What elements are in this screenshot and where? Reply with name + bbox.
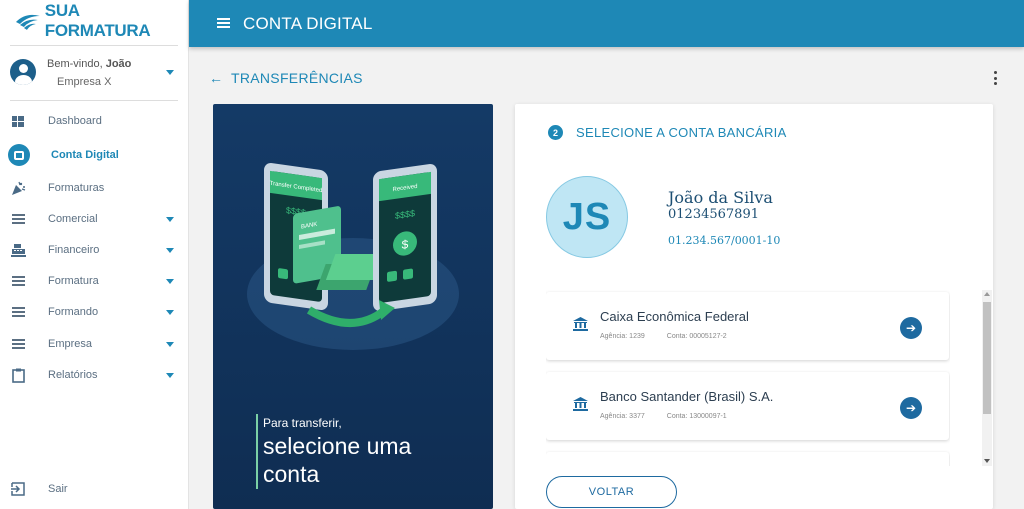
sidebar-item-relatorios[interactable]: Relatórios (10, 364, 178, 386)
greeting-text: Bem-vindo, (47, 58, 103, 70)
brand-logo[interactable]: SUA FORMATURA (14, 1, 188, 40)
sidebar-item-formaturas[interactable]: Formaturas (10, 177, 178, 199)
menu-icon (10, 273, 26, 289)
clipboard-icon (10, 367, 26, 383)
step-number-badge: 2 (548, 125, 563, 140)
logo-text: SUA FORMATURA (44, 1, 151, 40)
top-app-bar: CONTA DIGITAL (189, 0, 1024, 47)
menu-icon (10, 211, 26, 227)
sidebar-item-dashboard[interactable]: Dashboard (10, 110, 178, 132)
promo-caption: Para transferir, (263, 416, 342, 430)
sidebar-item-formatura[interactable]: Formatura (10, 270, 178, 292)
step-title: SELECIONE A CONTA BANCÁRIA (576, 125, 787, 140)
sidebar-item-label: Comercial (48, 213, 98, 225)
user-menu[interactable]: Bem-vindo, João Empresa X (10, 55, 180, 91)
divider (10, 45, 178, 46)
bank-details: Agência: 1239 Conta: 00005127-2 (600, 333, 727, 340)
scrollbar-thumb[interactable] (983, 302, 991, 414)
cash-register-icon (10, 242, 26, 258)
page-title: TRANSFERÊNCIAS (231, 70, 363, 86)
logout-button[interactable]: Sair (10, 478, 178, 500)
bank-agency: Agência: 1239 (600, 333, 645, 340)
sidebar-item-label: Formaturas (48, 182, 105, 194)
bank-account-item[interactable]: Banco Santander (Brasil) S.A. Agência: 3… (546, 372, 949, 440)
account-holder-document: 01.234.567/0001-10 (668, 234, 781, 247)
bank-icon (573, 317, 588, 331)
chevron-down-icon (166, 310, 174, 315)
arrow-right-icon[interactable]: ➔ (900, 317, 922, 339)
sidebar-item-label: Formatura (48, 275, 99, 287)
logo-wave-icon (15, 14, 40, 30)
menu-icon (10, 336, 26, 352)
party-popper-icon (10, 180, 26, 196)
back-button[interactable]: VOLTAR (546, 476, 677, 508)
account-holder-name: João da Silva (668, 188, 773, 207)
bank-agency: Agência: 3377 (600, 413, 645, 420)
account-holder-avatar: JS (546, 176, 628, 258)
bank-account-number: Conta: 00005127-2 (666, 333, 727, 340)
chevron-down-icon (166, 342, 174, 347)
hamburger-menu-icon[interactable] (217, 18, 230, 28)
scroll-down-icon[interactable] (984, 459, 990, 463)
sidebar-item-conta-digital[interactable]: Conta Digital (8, 144, 178, 166)
sidebar-item-formando[interactable]: Formando (10, 301, 178, 323)
bank-name: Caixa Econômica Federal (600, 309, 749, 324)
scroll-up-icon[interactable] (984, 292, 990, 296)
bank-account-item[interactable]: Caixa Econômica Federal Agência: 1239 Con… (546, 292, 949, 360)
sidebar-item-comercial[interactable]: Comercial (10, 208, 178, 230)
dashboard-icon (10, 113, 26, 129)
avatar-icon (10, 59, 36, 85)
sidebar: SUA FORMATURA Bem-vindo, João Empresa X … (0, 0, 189, 509)
sidebar-item-label: Formando (48, 306, 99, 318)
bank-account-item[interactable] (546, 452, 949, 466)
arrow-right-icon[interactable]: ➔ (900, 397, 922, 419)
bank-details: Agência: 3377 Conta: 13000097-1 (600, 413, 727, 420)
bank-name: Banco Santander (Brasil) S.A. (600, 389, 774, 404)
bank-account-list[interactable]: Caixa Econômica Federal Agência: 1239 Con… (546, 290, 950, 466)
chevron-down-icon (166, 217, 174, 222)
bank-account-number: Conta: 13000097-1 (666, 413, 727, 420)
sidebar-item-label: Financeiro (48, 244, 100, 256)
more-options-icon[interactable] (994, 71, 998, 85)
scrollbar[interactable] (982, 290, 992, 466)
logout-label: Sair (48, 483, 68, 495)
divider (10, 100, 178, 101)
select-account-card: 2 SELECIONE A CONTA BANCÁRIA JS João da … (515, 104, 993, 509)
user-greeting: Bem-vindo, João (47, 58, 131, 70)
menu-icon (10, 304, 26, 320)
account-holder-id: 01234567891 (668, 207, 759, 222)
app-bar-title: CONTA DIGITAL (243, 14, 373, 33)
user-company: Empresa X (57, 76, 112, 88)
promo-panel: Transfer Completed $$$$ BANK Received $$… (213, 104, 493, 509)
user-name: João (105, 58, 132, 70)
page-header: ← TRANSFERÊNCIAS (209, 69, 363, 87)
accent-bar (256, 414, 258, 489)
bank-icon (573, 397, 588, 411)
wallet-icon (8, 144, 30, 166)
sidebar-item-empresa[interactable]: Empresa (10, 333, 178, 355)
promo-headline: selecione uma conta (263, 433, 412, 487)
sidebar-item-financeiro[interactable]: Financeiro (10, 239, 178, 261)
chevron-down-icon (166, 279, 174, 284)
svg-text:$: $ (402, 237, 409, 252)
chevron-down-icon (166, 248, 174, 253)
chevron-down-icon (166, 373, 174, 378)
sidebar-item-label: Relatórios (48, 369, 98, 381)
logout-icon (10, 481, 26, 497)
chevron-down-icon[interactable] (166, 70, 174, 75)
arrow-left-icon[interactable]: ← (209, 70, 223, 86)
sidebar-item-label: Empresa (48, 338, 93, 350)
transfer-illustration: Transfer Completed $$$$ BANK Received $$… (247, 163, 459, 350)
sidebar-item-label: Dashboard (48, 115, 102, 127)
sidebar-item-label: Conta Digital (51, 149, 119, 161)
